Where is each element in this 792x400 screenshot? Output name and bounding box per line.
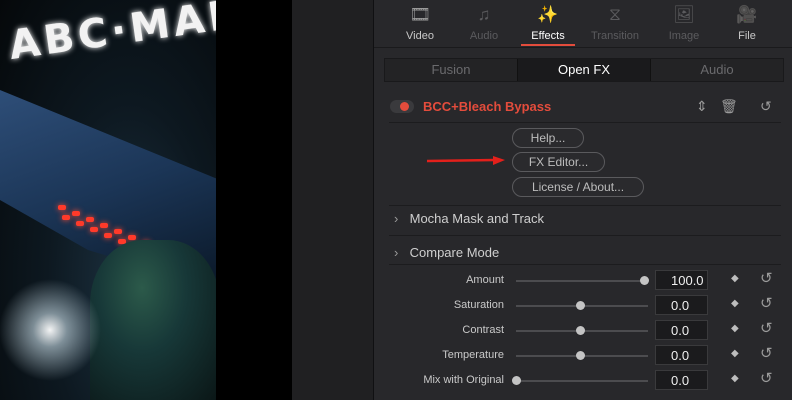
light-dot (58, 205, 66, 210)
light-dot (76, 221, 84, 226)
annotation-arrow-icon (427, 156, 505, 165)
fx-editor-button[interactable]: FX Editor... (512, 152, 605, 172)
param-row-temperature: Temperature 0.0 ◆ ↺ (374, 343, 792, 368)
slider-handle[interactable] (576, 326, 585, 335)
effect-enable-toggle[interactable] (390, 100, 414, 113)
slider-handle[interactable] (576, 301, 585, 310)
reset-icon[interactable]: ↺ (760, 344, 773, 362)
reset-icon[interactable]: ↺ (760, 319, 773, 337)
section-compare-label: Compare Mode (409, 245, 500, 260)
reset-icon[interactable]: ↺ (760, 294, 773, 312)
viewer-glow (0, 270, 110, 390)
image-icon: 🖼 (673, 5, 695, 24)
param-row-amount: Amount 100.0 ◆ ↺ (374, 268, 792, 293)
panel-gap (292, 0, 373, 400)
film-icon: 🎞 (409, 5, 431, 24)
tab-label: Video (406, 30, 434, 42)
param-value-field[interactable]: 0.0 (655, 295, 708, 315)
light-dot (128, 235, 136, 240)
light-dot (104, 233, 112, 238)
param-value-field[interactable]: 0.0 (655, 320, 708, 340)
tab-video[interactable]: 🎞 Video (389, 0, 451, 48)
inspector-tab-bar: 🎞 Video ♫ Audio ✨ Effects ⧖ Transition 🖼 Image 🎥 Fi… (374, 0, 792, 48)
chevron-right-icon: › (394, 211, 399, 226)
tab-label: Audio (469, 30, 499, 42)
slider-handle[interactable] (512, 376, 521, 385)
reset-icon[interactable]: ↺ (760, 269, 773, 287)
tab-label: Transition (591, 30, 639, 42)
section-compare-mode[interactable]: › Compare Mode (394, 245, 499, 260)
viewer-letterbox (216, 0, 292, 400)
keyframe-diamond-icon[interactable]: ◆ (731, 373, 739, 384)
light-dot (72, 211, 80, 216)
inspector-panel: 🎞 Video ♫ Audio ✨ Effects ⧖ Transition 🖼 Image 🎥 Fi… (374, 0, 792, 400)
subtab-open-fx[interactable]: Open FX (517, 59, 651, 81)
effect-title: BCC+Bleach Bypass (423, 99, 552, 114)
chevron-right-icon: › (394, 245, 399, 260)
tab-transition: ⧖ Transition (584, 0, 646, 48)
trash-icon[interactable]: 🗑 (720, 96, 738, 116)
updown-arrows-icon[interactable]: ⇕ (696, 96, 708, 116)
param-row-contrast: Contrast 0.0 ◆ ↺ (374, 318, 792, 343)
param-label: Saturation (453, 299, 504, 311)
tab-image: 🖼 Image (653, 0, 715, 48)
viewer-sign-text: ABC·MAR (6, 0, 216, 70)
keyframe-diamond-icon[interactable]: ◆ (731, 273, 739, 284)
effects-subtabs: Fusion Open FX Audio (384, 58, 784, 82)
tab-label: Image (668, 30, 700, 42)
effect-header: BCC+Bleach Bypass ⇕ 🗑 ↺ (374, 92, 792, 122)
transition-icon: ⧖ (609, 5, 621, 24)
tab-audio: ♫ Audio (453, 0, 515, 48)
file-camera-icon: 🎥 (736, 5, 758, 24)
reset-icon[interactable]: ↺ (760, 369, 773, 387)
param-slider[interactable] (516, 380, 648, 382)
slider-handle[interactable] (640, 276, 649, 285)
light-dot (90, 227, 98, 232)
param-slider[interactable] (516, 280, 648, 282)
param-value-field[interactable]: 0.0 (655, 370, 708, 390)
video-viewer[interactable]: ABC·MAR (0, 0, 216, 400)
keyframe-diamond-icon[interactable]: ◆ (731, 298, 739, 309)
separator (389, 235, 781, 236)
param-label: Amount (466, 274, 504, 286)
separator (389, 205, 781, 206)
slider-handle[interactable] (576, 351, 585, 360)
section-mocha-mask[interactable]: › Mocha Mask and Track (394, 211, 544, 226)
param-value-field[interactable]: 100.0 (655, 270, 708, 290)
subtab-audio[interactable]: Audio (651, 59, 783, 81)
section-mocha-label: Mocha Mask and Track (409, 211, 545, 226)
param-label: Mix with Original (423, 374, 504, 386)
param-label: Temperature (442, 349, 504, 361)
license-about-button[interactable]: License / About... (512, 177, 644, 197)
magic-wand-icon: ✨ (537, 5, 559, 24)
param-value-field[interactable]: 0.0 (655, 345, 708, 365)
light-dot (62, 215, 70, 220)
param-label: Contrast (462, 324, 504, 336)
tab-effects[interactable]: ✨ Effects (517, 0, 579, 48)
reset-icon[interactable]: ↺ (760, 96, 772, 116)
keyframe-diamond-icon[interactable]: ◆ (731, 323, 739, 334)
tab-label: Effects (531, 30, 565, 42)
music-note-icon: ♫ (477, 5, 491, 24)
light-dot (100, 223, 108, 228)
tab-label: File (738, 30, 756, 42)
help-button[interactable]: Help... (512, 128, 584, 148)
param-row-mix-with-original: Mix with Original 0.0 ◆ ↺ (374, 368, 792, 393)
tab-file[interactable]: 🎥 File (716, 0, 778, 48)
subtab-fusion[interactable]: Fusion (385, 59, 517, 81)
param-row-saturation: Saturation 0.0 ◆ ↺ (374, 293, 792, 318)
separator (389, 264, 781, 265)
separator (389, 122, 781, 123)
light-dot (86, 217, 94, 222)
keyframe-diamond-icon[interactable]: ◆ (731, 348, 739, 359)
light-dot (114, 229, 122, 234)
